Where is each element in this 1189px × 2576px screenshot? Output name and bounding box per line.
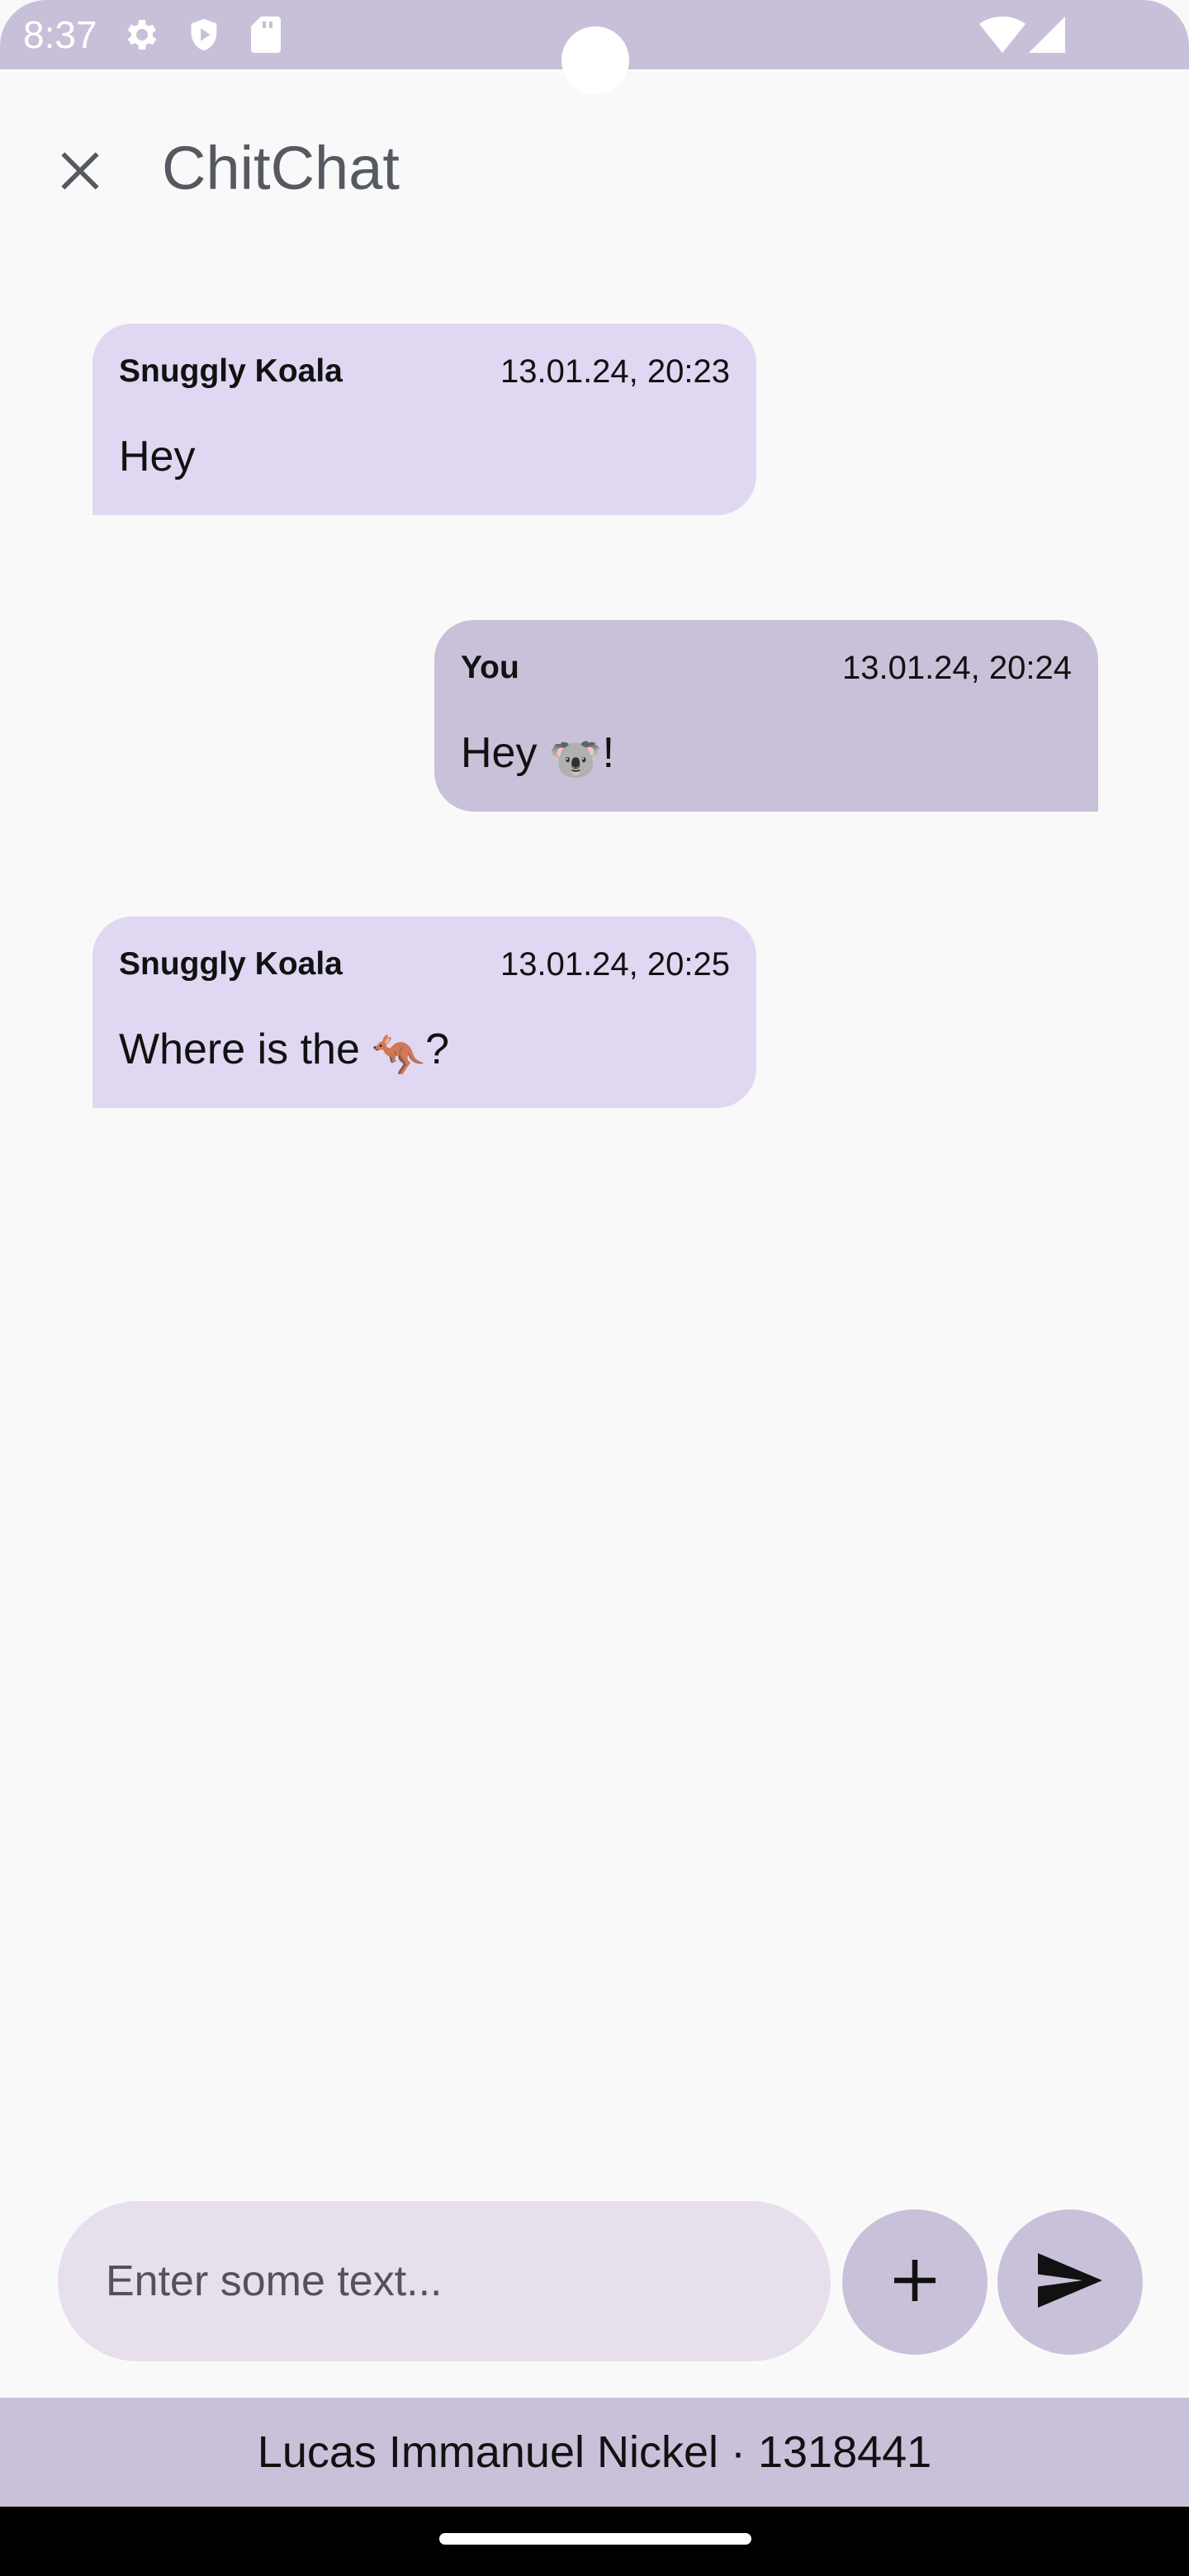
message-text: Where is the 🦘?: [119, 1025, 450, 1080]
plus-icon: [890, 2256, 940, 2309]
send-button[interactable]: [997, 2209, 1143, 2355]
footer-text: Lucas Immanuel Nickel · 1318441: [257, 2427, 932, 2477]
home-indicator[interactable]: [439, 2533, 751, 2545]
message-timestamp: 13.01.24, 20:25: [500, 946, 730, 983]
message-sender: Snuggly Koala: [119, 353, 343, 389]
send-icon: [1038, 2252, 1102, 2312]
footer: Lucas Immanuel Nickel · 1318441: [0, 2398, 1189, 2507]
wifi-icon: [979, 17, 1026, 57]
message-sender: You: [461, 650, 519, 685]
gear-icon: [121, 15, 160, 59]
shield-play-icon: [185, 15, 223, 59]
kangaroo-emoji: 🦘: [372, 1032, 426, 1080]
message-input[interactable]: [58, 2201, 831, 2361]
message-bubble-incoming: Snuggly Koala 13.01.24, 20:25 Where is t…: [92, 916, 756, 1108]
message-sender: Snuggly Koala: [119, 946, 343, 982]
app-bar: ChitChat: [0, 69, 1189, 258]
message-text: Hey: [119, 433, 196, 481]
status-bar: 8:37: [0, 0, 1189, 94]
koala-emoji: 🐨: [548, 736, 603, 784]
close-icon: [57, 148, 103, 198]
navigation-bar: [0, 2507, 1189, 2576]
message-text: Hey 🐨!: [461, 729, 615, 784]
message-timestamp: 13.01.24, 20:24: [841, 650, 1072, 686]
message-bubble-outgoing: You 13.01.24, 20:24 Hey 🐨!: [434, 620, 1098, 812]
signal-icon: [1029, 17, 1065, 57]
add-button[interactable]: [842, 2209, 988, 2355]
sd-card-icon: [249, 15, 282, 59]
message-bubble-incoming: Snuggly Koala 13.01.24, 20:23 Hey: [92, 324, 756, 515]
status-time: 8:37: [23, 13, 97, 56]
app-title: ChitChat: [162, 134, 400, 202]
close-button[interactable]: [43, 135, 117, 210]
message-timestamp: 13.01.24, 20:23: [500, 353, 730, 390]
